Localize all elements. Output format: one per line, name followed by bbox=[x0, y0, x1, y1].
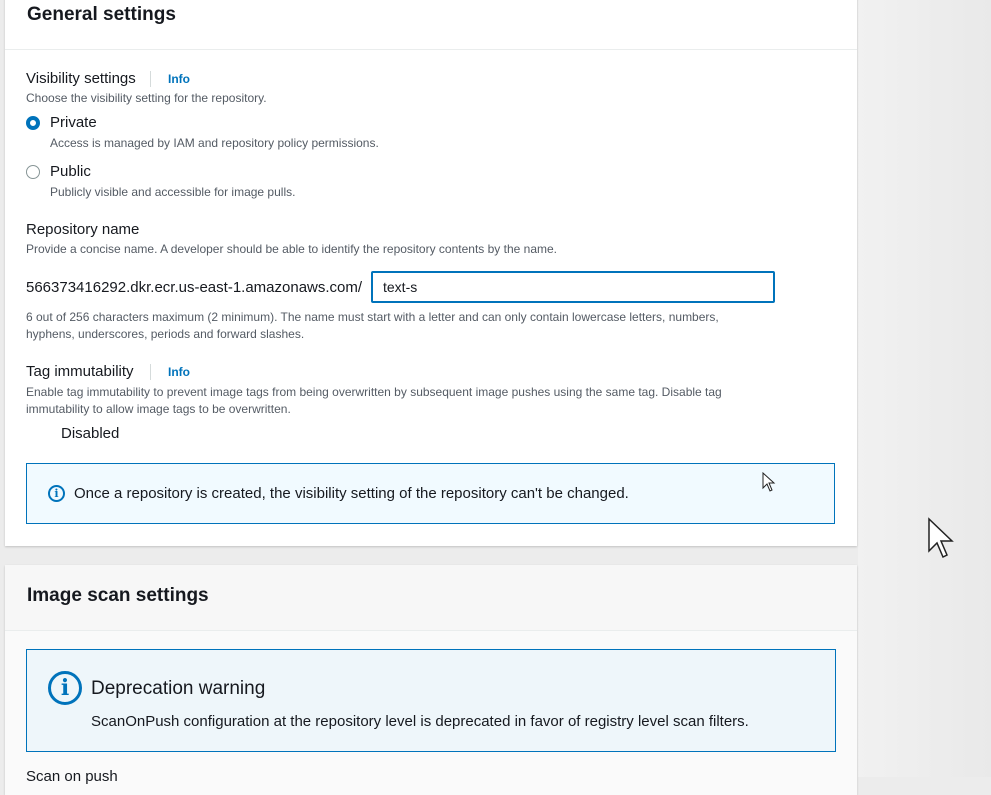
deprecation-warning-text: ScanOnPush configuration at the reposito… bbox=[91, 713, 749, 730]
tag-immutability-info-link[interactable]: Info bbox=[168, 365, 190, 379]
deprecation-warning-title: Deprecation warning bbox=[91, 678, 266, 699]
visibility-description: Choose the visibility setting for the re… bbox=[26, 91, 267, 105]
mouse-pointer-icon bbox=[928, 517, 954, 559]
tag-immutability-label: Tag immutability bbox=[26, 363, 134, 380]
mouse-pointer-icon bbox=[762, 472, 776, 492]
repository-name-input[interactable] bbox=[371, 271, 775, 303]
public-option-label[interactable]: Public bbox=[50, 163, 91, 180]
visibility-alert-text: Once a repository is created, the visibi… bbox=[74, 485, 629, 502]
private-option-label[interactable]: Private bbox=[50, 114, 97, 131]
public-option-description: Publicly visible and accessible for imag… bbox=[50, 185, 296, 199]
repository-name-label: Repository name bbox=[26, 221, 140, 238]
deprecation-warning-alert: i Deprecation warning ScanOnPush configu… bbox=[26, 649, 836, 752]
info-icon: i bbox=[48, 671, 82, 705]
general-settings-panel: General settings Visibility settings Inf… bbox=[5, 0, 857, 546]
tag-immutability-toggle-label: Disabled bbox=[61, 425, 120, 442]
visibility-info-alert: i Once a repository is created, the visi… bbox=[26, 463, 835, 524]
tag-immutability-description-2: immutability to allow image tags to be o… bbox=[26, 402, 291, 416]
general-settings-title: General settings bbox=[27, 4, 176, 25]
image-scan-settings-header: Image scan settings bbox=[5, 565, 857, 631]
repository-uri-prefix: 566373416292.dkr.ecr.us-east-1.amazonaws… bbox=[26, 279, 363, 296]
repository-name-constraint-2: hyphens, underscores, periods and forwar… bbox=[26, 327, 305, 341]
info-icon: i bbox=[48, 485, 65, 502]
image-scan-settings-title: Image scan settings bbox=[27, 585, 209, 606]
tag-immutability-description-1: Enable tag immutability to prevent image… bbox=[26, 385, 722, 399]
private-radio[interactable] bbox=[26, 116, 40, 130]
private-option-description: Access is managed by IAM and repository … bbox=[50, 136, 379, 150]
label-separator bbox=[150, 364, 151, 380]
page-background bbox=[858, 0, 991, 777]
visibility-settings-label: Visibility settings bbox=[26, 70, 136, 87]
repository-name-description: Provide a concise name. A developer shou… bbox=[26, 242, 557, 256]
label-separator bbox=[150, 71, 151, 87]
repository-name-constraint-1: 6 out of 256 characters maximum (2 minim… bbox=[26, 310, 719, 324]
public-radio[interactable] bbox=[26, 165, 40, 179]
general-settings-header: General settings bbox=[5, 0, 857, 50]
visibility-info-link[interactable]: Info bbox=[168, 72, 190, 86]
image-scan-settings-panel: Image scan settings i Deprecation warnin… bbox=[5, 565, 857, 795]
